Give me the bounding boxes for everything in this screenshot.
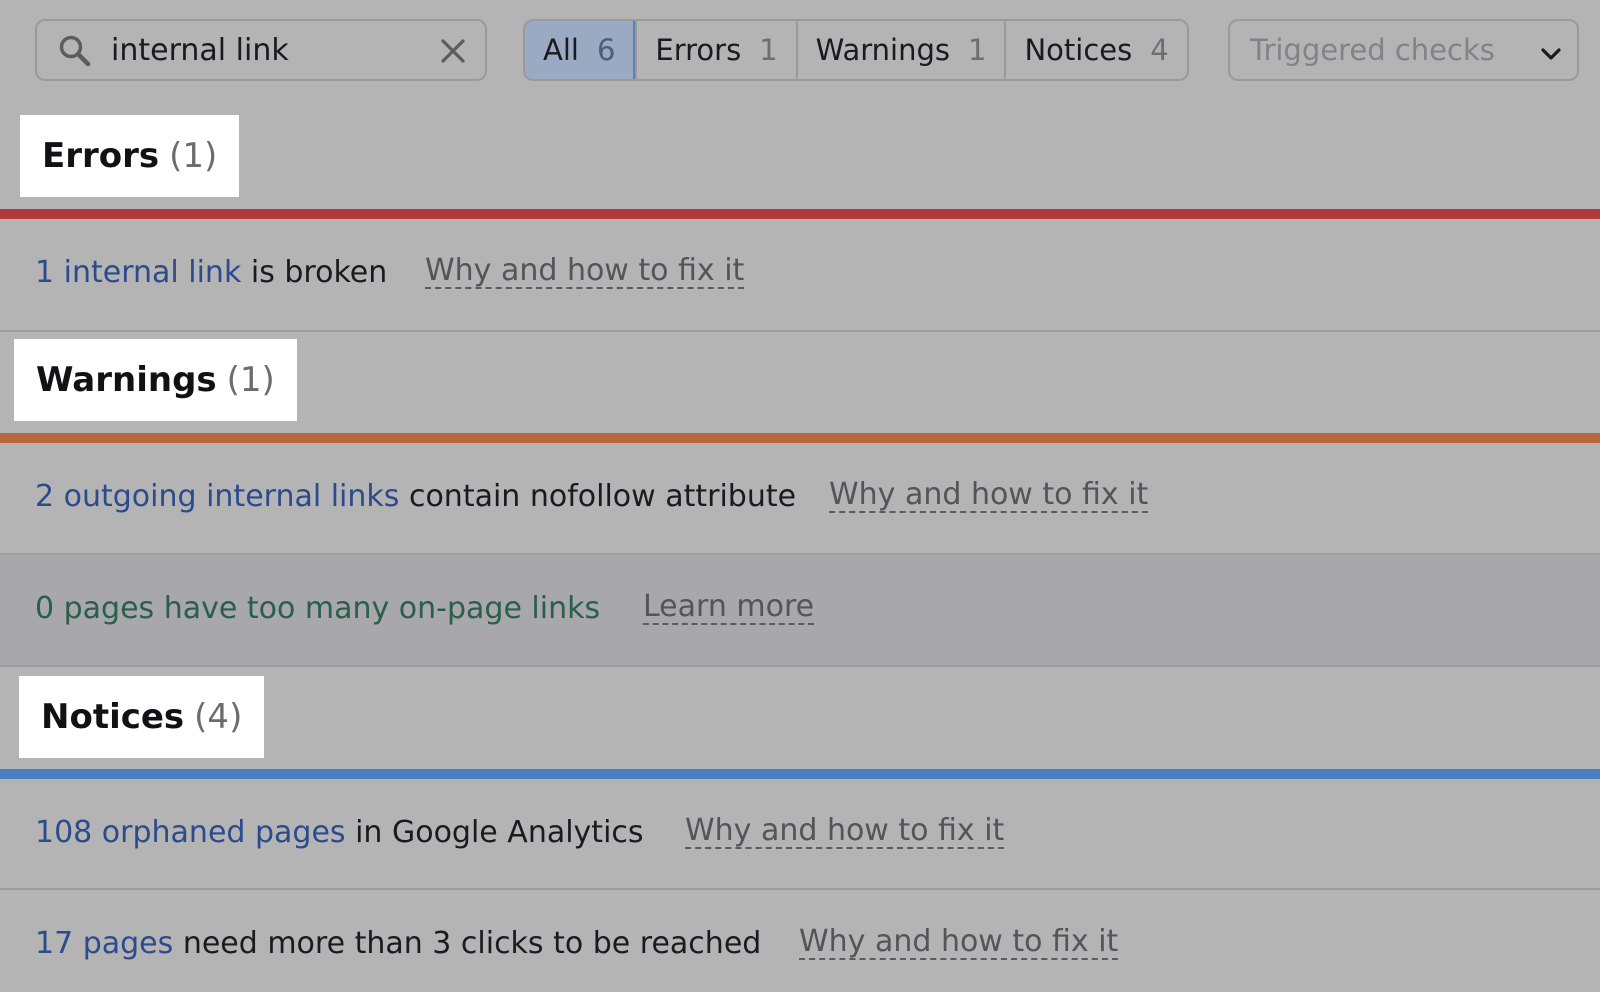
filter-warnings-button[interactable]: Warnings 1 bbox=[795, 21, 1005, 79]
issue-message: 1 internal link is broken bbox=[35, 255, 387, 290]
issue-type-filter: All 6 Errors 1 Warnings 1 Notices 4 bbox=[523, 19, 1189, 81]
filter-label: Notices bbox=[1024, 33, 1133, 67]
filter-notices-button[interactable]: Notices 4 bbox=[1004, 21, 1186, 79]
errors-heading: Errors (1) bbox=[20, 115, 240, 197]
issue-row: 108 orphaned pages in Google Analytics W… bbox=[0, 779, 1600, 890]
issue-message: 2 outgoing internal links contain nofoll… bbox=[35, 479, 796, 514]
filter-count: 1 bbox=[968, 33, 987, 67]
issue-row: 1 internal link is broken Why and how to… bbox=[0, 219, 1600, 332]
filter-label: Warnings bbox=[815, 33, 950, 67]
issue-row: 2 outgoing internal links contain nofoll… bbox=[0, 443, 1600, 555]
why-and-how-to-fix-link[interactable]: Why and how to fix it bbox=[685, 815, 1005, 849]
filter-count: 6 bbox=[596, 33, 616, 67]
issue-link[interactable]: 108 orphaned pages bbox=[35, 815, 346, 850]
filter-label: All bbox=[543, 33, 579, 67]
filter-count: 1 bbox=[759, 33, 778, 67]
warnings-color-bar bbox=[0, 433, 1600, 443]
section-count: (4) bbox=[194, 697, 243, 737]
issue-message: 17 pages need more than 3 clicks to be r… bbox=[35, 926, 761, 961]
section-title: Warnings bbox=[36, 360, 217, 400]
filter-count: 4 bbox=[1150, 33, 1169, 67]
issue-link[interactable]: 1 internal link bbox=[35, 255, 241, 290]
notices-color-bar bbox=[0, 769, 1600, 779]
issue-link[interactable]: 2 outgoing internal links bbox=[35, 479, 399, 514]
learn-more-link[interactable]: Learn more bbox=[643, 591, 815, 625]
issue-message: 0 pages have too many on-page links bbox=[35, 591, 601, 626]
search-value[interactable]: internal link bbox=[111, 33, 289, 68]
why-and-how-to-fix-link[interactable]: Why and how to fix it bbox=[425, 255, 745, 289]
issue-message: 108 orphaned pages in Google Analytics bbox=[35, 815, 644, 850]
search-icon bbox=[59, 35, 91, 67]
section-title: Notices bbox=[41, 697, 185, 737]
issue-row: 0 pages have too many on-page links Lear… bbox=[0, 555, 1600, 667]
issue-row: 17 pages need more than 3 clicks to be r… bbox=[0, 890, 1600, 992]
search-input[interactable]: internal link bbox=[35, 19, 487, 81]
chevron-down-icon bbox=[1541, 48, 1561, 60]
issue-link[interactable]: 17 pages bbox=[35, 926, 173, 961]
dropdown-label: Triggered checks bbox=[1250, 33, 1495, 67]
filter-label: Errors bbox=[655, 33, 742, 67]
why-and-how-to-fix-link[interactable]: Why and how to fix it bbox=[829, 479, 1149, 513]
site-audit-issues: internal link All 6 Errors 1 Warnings 1 … bbox=[0, 0, 1600, 992]
issue-text: is broken bbox=[241, 255, 388, 290]
section-count: (1) bbox=[169, 136, 218, 176]
section-title: Errors bbox=[42, 136, 160, 176]
filter-errors-button[interactable]: Errors 1 bbox=[635, 21, 795, 79]
close-icon[interactable] bbox=[437, 35, 469, 67]
issue-text: contain nofollow attribute bbox=[399, 479, 797, 514]
filter-all-button[interactable]: All 6 bbox=[524, 21, 636, 79]
errors-color-bar bbox=[0, 209, 1600, 219]
issue-text: need more than 3 clicks to be reached bbox=[173, 926, 762, 961]
why-and-how-to-fix-link[interactable]: Why and how to fix it bbox=[799, 926, 1119, 960]
notices-heading: Notices (4) bbox=[19, 676, 265, 758]
issue-text: in Google Analytics bbox=[345, 815, 644, 850]
warnings-heading: Warnings (1) bbox=[14, 339, 297, 421]
triggered-checks-dropdown[interactable]: Triggered checks bbox=[1228, 19, 1579, 81]
section-count: (1) bbox=[226, 360, 275, 400]
